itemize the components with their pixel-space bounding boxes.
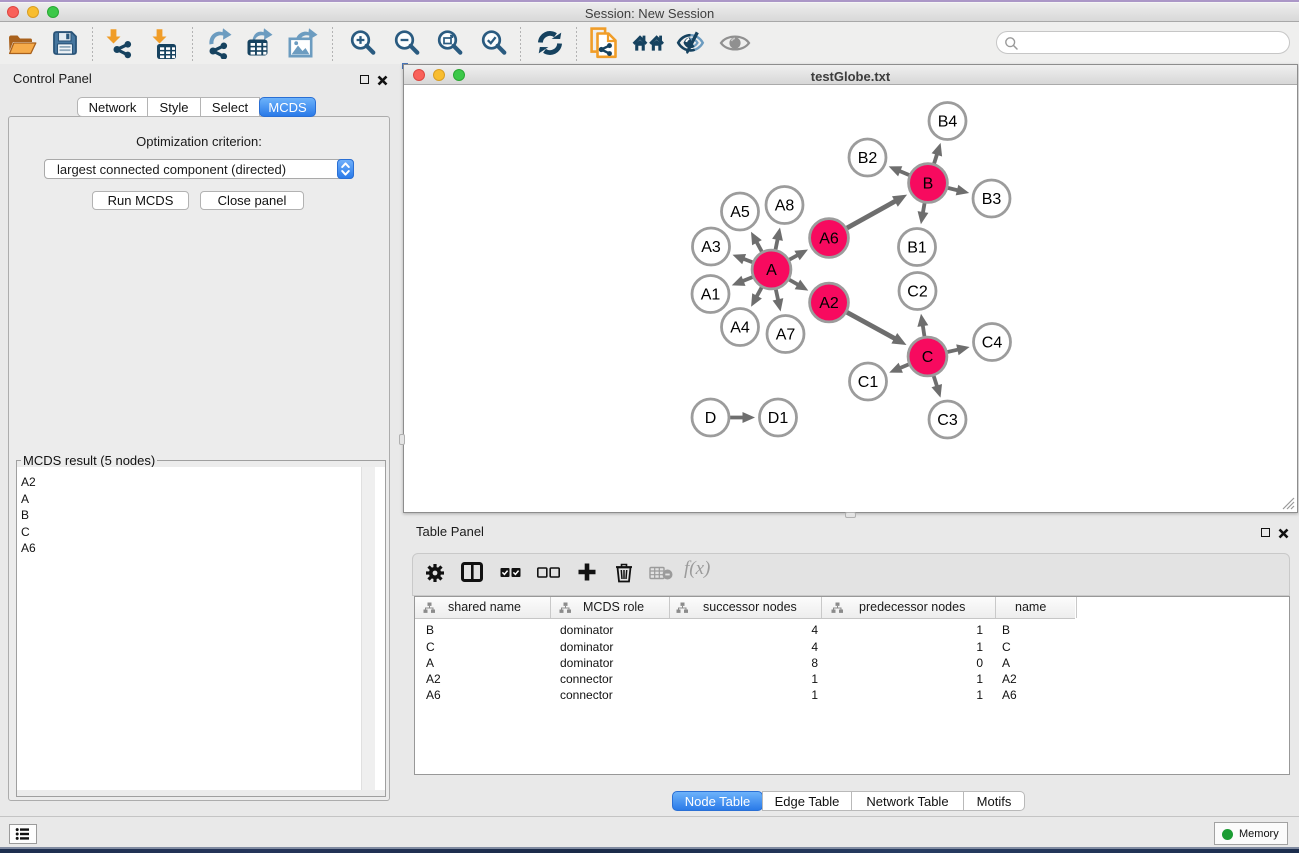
svg-text:A6: A6: [819, 231, 839, 248]
svg-text:A1: A1: [701, 287, 721, 304]
svg-text:A3: A3: [701, 239, 721, 256]
svg-text:C: C: [922, 349, 934, 366]
svg-text:C4: C4: [982, 335, 1003, 352]
svg-text:D1: D1: [768, 410, 789, 427]
svg-text:A2: A2: [819, 295, 839, 312]
svg-text:B3: B3: [982, 191, 1002, 208]
svg-text:C3: C3: [937, 412, 958, 429]
svg-text:B4: B4: [938, 114, 958, 131]
svg-text:C1: C1: [858, 374, 879, 391]
svg-text:D: D: [705, 410, 717, 427]
svg-text:A4: A4: [730, 320, 750, 337]
svg-text:B: B: [923, 176, 934, 193]
svg-text:A5: A5: [730, 204, 750, 221]
svg-text:A7: A7: [776, 327, 796, 344]
svg-text:B2: B2: [858, 150, 878, 167]
svg-text:B1: B1: [907, 240, 927, 257]
svg-text:C2: C2: [907, 284, 928, 301]
svg-text:A8: A8: [775, 198, 795, 215]
svg-text:A: A: [766, 262, 777, 279]
